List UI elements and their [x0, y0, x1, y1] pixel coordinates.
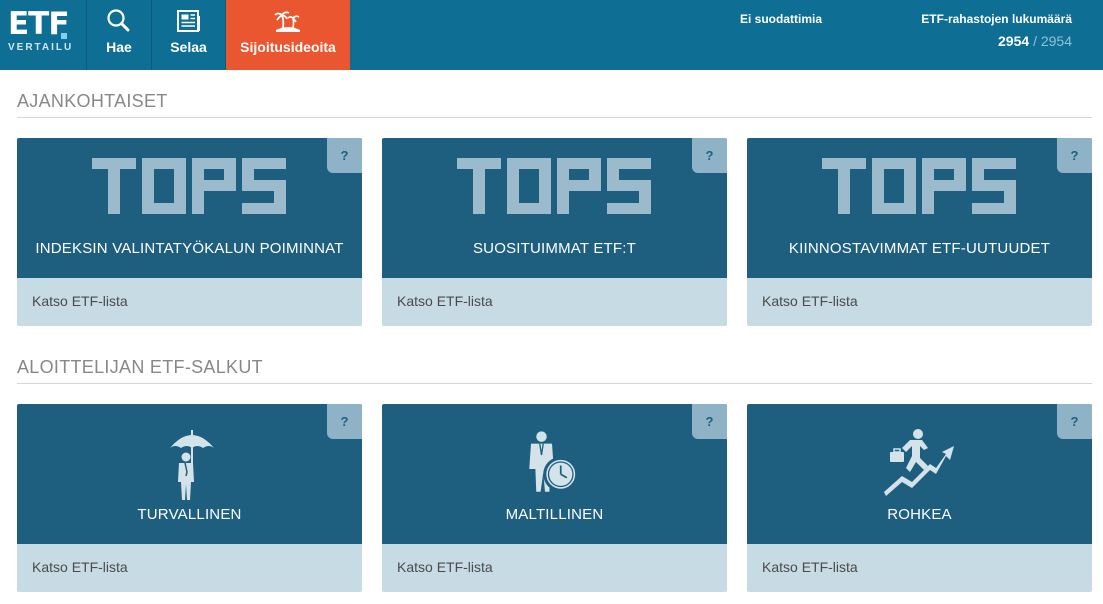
- etf-list-link[interactable]: Katso ETF-lista: [397, 559, 493, 575]
- card-banner: MALTILLINEN: [382, 404, 727, 544]
- etf-vertailu-logo[interactable]: ETF VERTAILU: [0, 0, 87, 70]
- nav-investment-ideas-label: Sijoitusideoita: [240, 39, 336, 55]
- tops-card-new-etfs[interactable]: KIINNOSTAVIMMAT ETF-UUTUUDET ? Katso ETF…: [747, 138, 1092, 326]
- fund-count-total: 2954: [1040, 33, 1072, 49]
- nav-search[interactable]: Hae: [87, 0, 152, 70]
- logo-sub-text: VERTAILU: [8, 42, 74, 53]
- card-title: TURVALLINEN: [137, 506, 242, 523]
- tops-card-index-picks[interactable]: INDEKSIN VALINTATYÖKALUN POIMINNAT ? Kat…: [17, 138, 362, 326]
- etf-list-link[interactable]: Katso ETF-lista: [397, 293, 493, 309]
- etf-list-link[interactable]: Katso ETF-lista: [762, 559, 858, 575]
- businessman-running-up-arrow-icon: [884, 429, 954, 496]
- card-title: MALTILLINEN: [505, 506, 604, 523]
- fund-count-filtered: 2954: [998, 33, 1030, 49]
- tops-pixel-logo: [92, 158, 286, 214]
- filter-status[interactable]: Ei suodattimia: [740, 12, 822, 26]
- help-button[interactable]: ?: [327, 404, 362, 439]
- etf-list-link[interactable]: Katso ETF-lista: [32, 293, 128, 309]
- tops-pixel-logo: [822, 158, 1016, 214]
- card-title: INDEKSIN VALINTATYÖKALUN POIMINNAT: [35, 240, 344, 257]
- tops-pixel-logo: [457, 158, 651, 214]
- logo-main-text: ETF: [8, 6, 69, 42]
- nav-search-label: Hae: [106, 39, 132, 55]
- etf-list-link[interactable]: Katso ETF-lista: [32, 559, 128, 575]
- card-title: SUOSITUIMMAT ETF:T: [472, 240, 637, 257]
- portfolio-card-bold[interactable]: ROHKEA ? Katso ETF-lista: [747, 404, 1092, 592]
- top-navigation-bar: ETF VERTAILU Hae Selaa Sijoitusideoita E…: [0, 0, 1103, 70]
- help-button[interactable]: ?: [1057, 138, 1092, 173]
- etf-list-link[interactable]: Katso ETF-lista: [762, 293, 858, 309]
- nav-browse[interactable]: Selaa: [152, 0, 226, 70]
- nav-investment-ideas[interactable]: Sijoitusideoita: [226, 0, 350, 70]
- card-banner: TURVALLINEN: [17, 404, 362, 544]
- help-button[interactable]: ?: [1057, 404, 1092, 439]
- help-button[interactable]: ?: [692, 404, 727, 439]
- card-title: KIINNOSTAVIMMAT ETF-UUTUUDET: [788, 240, 1051, 257]
- newspaper-icon: [176, 10, 200, 32]
- businessman-umbrella-icon: [170, 430, 214, 500]
- section-divider: [17, 117, 1092, 118]
- palm-island-icon: [274, 11, 300, 32]
- card-banner: ROHKEA: [747, 404, 1092, 544]
- card-banner: SUOSITUIMMAT ETF:T: [382, 138, 727, 278]
- portfolio-card-safe[interactable]: TURVALLINEN ? Katso ETF-lista: [17, 404, 362, 592]
- businessman-clock-icon: [529, 431, 579, 492]
- card-banner: KIINNOSTAVIMMAT ETF-UUTUUDET: [747, 138, 1092, 278]
- fund-count-label: ETF-rahastojen lukumäärä: [921, 12, 1072, 26]
- section-title-current: AJANKOHTAISET: [17, 91, 168, 111]
- help-button[interactable]: ?: [327, 138, 362, 173]
- card-banner: INDEKSIN VALINTATYÖKALUN POIMINNAT: [17, 138, 362, 278]
- portfolio-card-moderate[interactable]: MALTILLINEN ? Katso ETF-lista: [382, 404, 727, 592]
- tops-card-most-popular[interactable]: SUOSITUIMMAT ETF:T ? Katso ETF-lista: [382, 138, 727, 326]
- fund-count: 2954 / 2954: [998, 33, 1072, 49]
- section-title-beginner-portfolios: ALOITTELIJAN ETF-SALKUT: [17, 357, 263, 377]
- fund-count-separator: /: [1033, 33, 1037, 49]
- logo-dot: [61, 33, 67, 39]
- help-button[interactable]: ?: [692, 138, 727, 173]
- nav-browse-label: Selaa: [170, 39, 207, 55]
- search-icon: [107, 9, 130, 32]
- section-divider: [17, 383, 1092, 384]
- card-title: ROHKEA: [887, 506, 952, 523]
